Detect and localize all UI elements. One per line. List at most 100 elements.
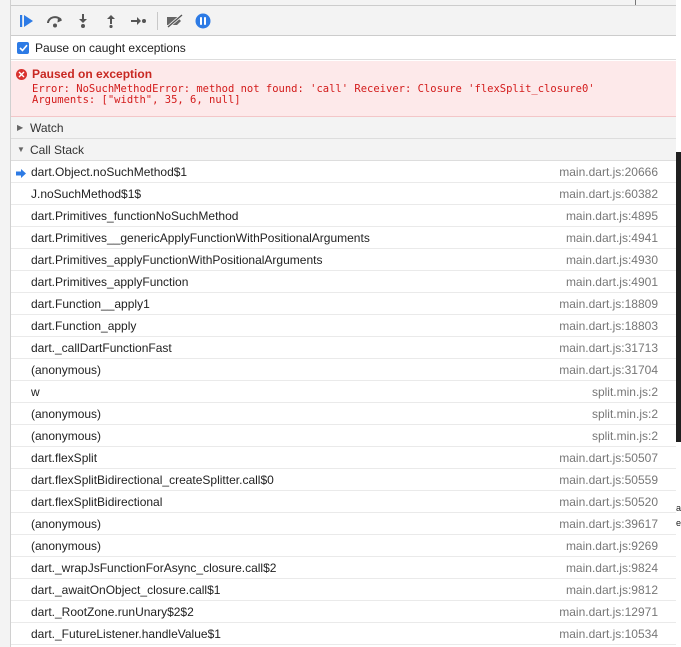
frame-location-link[interactable]: main.dart.js:31704 <box>559 363 658 377</box>
call-frame-row[interactable]: dart.flexSplit main.dart.js:50507 <box>11 447 676 469</box>
frame-function-name: dart.Primitives_functionNoSuchMethod <box>31 208 239 223</box>
call-frame-row[interactable]: dart._wrapJsFunctionForAsync_closure.cal… <box>11 557 676 579</box>
step-into-icon <box>79 14 87 28</box>
frame-function-name: dart._RootZone.runUnary$2$2 <box>31 604 194 619</box>
frame-function-name: dart.Primitives__genericApplyFunctionWit… <box>31 230 370 245</box>
frame-location-link[interactable]: main.dart.js:12971 <box>559 605 658 619</box>
step-over-button[interactable] <box>45 11 65 31</box>
exception-message: Error: NoSuchMethodError: method not fou… <box>32 83 595 106</box>
frame-location-link[interactable]: main.dart.js:4930 <box>566 253 658 267</box>
expand-triangle-icon: ▶ <box>17 123 24 132</box>
frame-function-name: (anonymous) <box>31 428 102 443</box>
call-frame-row[interactable]: dart.Object.noSuchMethod$1 main.dart.js:2… <box>11 161 676 183</box>
frame-function-name: dart.flexSplitBidirectional <box>31 494 163 509</box>
call-frame-row[interactable]: dart._awaitOnObject_closure.call$1 main.d… <box>11 579 676 601</box>
call-frame-row[interactable]: dart.Primitives_functionNoSuchMethod main… <box>11 205 676 227</box>
frame-location-link[interactable]: main.dart.js:9824 <box>566 561 658 575</box>
frame-location-link[interactable]: main.dart.js:50507 <box>559 451 658 465</box>
call-frame-row[interactable]: (anonymous) main.dart.js:31704 <box>11 359 676 381</box>
call-stack-label: Call Stack <box>30 142 85 157</box>
frame-location-link[interactable]: split.min.js:2 <box>592 429 658 443</box>
resume-icon <box>20 15 33 27</box>
edge-mark: e <box>676 518 681 528</box>
frame-location-link[interactable]: main.dart.js:9812 <box>566 583 658 597</box>
exception-banner: Paused on exception Error: NoSuchMethodE… <box>11 61 676 117</box>
step-into-button[interactable] <box>73 11 93 31</box>
edge-mark: a <box>676 503 681 513</box>
frame-function-name: dart._FutureListener.handleValue$1 <box>31 626 221 641</box>
call-frame-row[interactable]: dart.flexSplitBidirectional main.dart.js:… <box>11 491 676 513</box>
adjacent-dark-panel <box>676 152 681 442</box>
call-frame-row[interactable]: dart._RootZone.runUnary$2$2 main.dart.js:… <box>11 601 676 623</box>
pause-on-caught-checkbox[interactable] <box>17 41 29 54</box>
frame-location-link[interactable]: main.dart.js:60382 <box>559 187 658 201</box>
step-out-button[interactable] <box>101 11 121 31</box>
call-frame-row[interactable]: dart._callDartFunctionFast main.dart.js:3… <box>11 337 676 359</box>
frame-location-link[interactable]: main.dart.js:4895 <box>566 209 658 223</box>
frame-function-name: dart.flexSplitBidirectional_createSplitt… <box>31 472 274 487</box>
frame-function-name: dart.Function_apply <box>31 318 137 333</box>
resume-button[interactable] <box>17 11 37 31</box>
call-frame-row[interactable]: dart.Primitives_applyFunction main.dart.j… <box>11 271 676 293</box>
frame-location-link[interactable]: main.dart.js:9269 <box>566 539 658 553</box>
frame-function-name: dart.Object.noSuchMethod$1 <box>31 164 188 179</box>
frame-location-link[interactable]: main.dart.js:10534 <box>559 627 658 641</box>
frame-location-link[interactable]: main.dart.js:39617 <box>559 517 658 531</box>
call-stack-section-header[interactable]: ▼ Call Stack <box>11 139 676 161</box>
debugger-toolbar <box>11 0 676 36</box>
frame-location-link[interactable]: main.dart.js:18809 <box>559 297 658 311</box>
frame-function-name: dart._callDartFunctionFast <box>31 340 172 355</box>
call-frame-row[interactable]: dart.Function__apply1 main.dart.js:18809 <box>11 293 676 315</box>
watch-label: Watch <box>30 120 64 135</box>
call-frame-row[interactable]: (anonymous) split.min.js:2 <box>11 403 676 425</box>
pause-on-caught-exceptions-row[interactable]: Pause on caught exceptions <box>11 36 676 60</box>
call-stack-list: dart.Object.noSuchMethod$1 main.dart.js:2… <box>11 161 676 645</box>
frame-location-link[interactable]: main.dart.js:18803 <box>559 319 658 333</box>
frame-function-name: dart.flexSplit <box>31 450 98 465</box>
deactivate-breakpoints-button[interactable] <box>165 11 185 31</box>
debugger-sidebar: Pause on caught exceptions Paused on exc… <box>11 0 676 647</box>
edge-mark: t <box>676 168 679 178</box>
frame-location-link[interactable]: main.dart.js:50559 <box>559 473 658 487</box>
call-frame-row[interactable]: (anonymous) main.dart.js:39617 <box>11 513 676 535</box>
pause-icon <box>195 13 211 29</box>
frame-function-name: (anonymous) <box>31 516 102 531</box>
frame-function-name: J.noSuchMethod$1$ <box>31 186 142 201</box>
frame-function-name: (anonymous) <box>31 362 102 377</box>
call-frame-row[interactable]: (anonymous) main.dart.js:9269 <box>11 535 676 557</box>
watch-section-header[interactable]: ▶ Watch <box>11 117 676 139</box>
checkmark-icon <box>18 44 28 52</box>
step-over-icon <box>47 16 62 28</box>
call-frame-row[interactable]: J.noSuchMethod$1$ main.dart.js:60382 <box>11 183 676 205</box>
pause-on-exceptions-button[interactable] <box>193 11 213 31</box>
frame-function-name: w <box>31 384 40 399</box>
collapse-triangle-icon: ▼ <box>17 145 25 154</box>
call-frame-row[interactable]: dart.Primitives__genericApplyFunctionWit… <box>11 227 676 249</box>
toolbar-separator <box>157 12 158 30</box>
call-frame-row[interactable]: dart.flexSplitBidirectional_createSplitt… <box>11 469 676 491</box>
left-gutter <box>0 0 11 647</box>
frame-function-name: dart.Primitives_applyFunctionWithPositio… <box>31 252 323 267</box>
frame-function-name: dart._wrapJsFunctionForAsync_closure.cal… <box>31 560 277 575</box>
adjacent-panel-edge: t a e <box>676 0 681 647</box>
frame-location-link[interactable]: main.dart.js:20666 <box>559 165 658 179</box>
call-frame-row[interactable]: (anonymous) split.min.js:2 <box>11 425 676 447</box>
frame-function-name: dart.Function__apply1 <box>31 296 150 311</box>
step-out-icon <box>107 15 115 28</box>
frame-location-link[interactable]: main.dart.js:50520 <box>559 495 658 509</box>
frame-location-link[interactable]: main.dart.js:4941 <box>566 231 658 245</box>
call-frame-row[interactable]: dart._FutureListener.handleValue$1 main.d… <box>11 623 676 645</box>
frame-location-link[interactable]: main.dart.js:4901 <box>566 275 658 289</box>
pause-on-caught-label: Pause on caught exceptions <box>35 40 186 55</box>
call-frame-row[interactable]: dart.Function_apply main.dart.js:18803 <box>11 315 676 337</box>
frame-location-link[interactable]: split.min.js:2 <box>592 407 658 421</box>
call-frame-row[interactable]: w split.min.js:2 <box>11 381 676 403</box>
current-frame-arrow-icon <box>16 167 26 181</box>
step-icon <box>131 17 146 25</box>
deactivate-breakpoints-icon <box>167 14 183 28</box>
call-frame-row[interactable]: dart.Primitives_applyFunctionWithPositio… <box>11 249 676 271</box>
frame-function-name: (anonymous) <box>31 538 102 553</box>
step-button[interactable] <box>129 11 149 31</box>
frame-location-link[interactable]: split.min.js:2 <box>592 385 658 399</box>
frame-location-link[interactable]: main.dart.js:31713 <box>559 341 658 355</box>
